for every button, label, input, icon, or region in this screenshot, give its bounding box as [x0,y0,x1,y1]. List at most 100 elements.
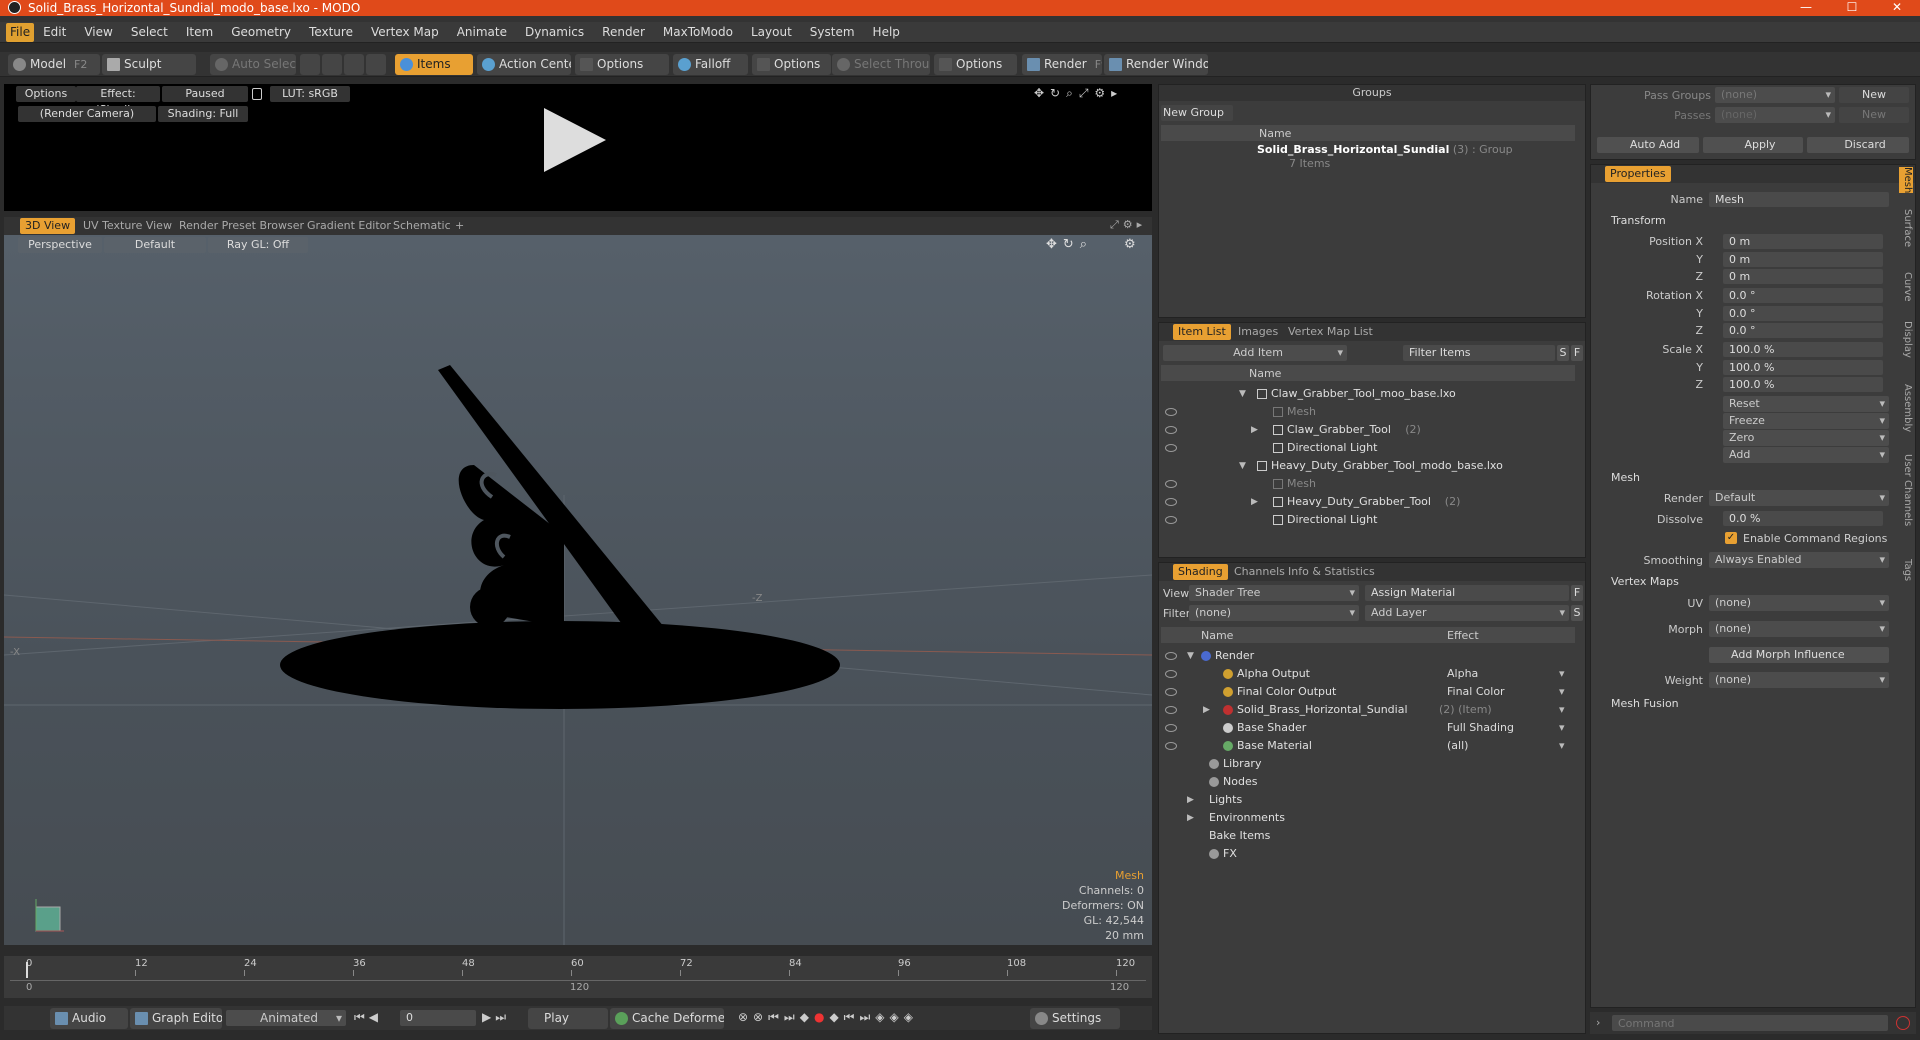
item-list-row[interactable]: Directional Light [1161,439,1571,457]
menu-layout[interactable]: Layout [742,23,801,42]
shader-tree-row[interactable]: ▶ Lights [1161,791,1571,809]
tab-render-preset-browser[interactable]: Render Preset Browser [174,218,309,234]
tab-shading[interactable]: Shading [1173,564,1228,580]
rotation-x-field[interactable]: 0.0 ° [1723,288,1883,303]
shader-tree-row[interactable]: Nodes [1161,773,1571,791]
select-through-button[interactable]: Select Through [832,54,930,75]
menu-edit[interactable]: Edit [34,23,75,42]
group-row[interactable]: Solid_Brass_Horizontal_Sundial (3) : Gro… [1257,143,1513,156]
preview-effect-dropdown[interactable]: Effect: (Shadi... [76,86,160,116]
add-item-dropdown[interactable]: Add Item [1163,345,1347,361]
tab-properties[interactable]: Properties [1605,166,1671,182]
enable-command-regions-checkbox[interactable]: ✓ [1725,532,1737,544]
viewport-tab-icons[interactable]: ⤢⚙▸ [1110,218,1146,232]
weight-dropdown[interactable]: (none) [1709,672,1889,688]
vertex-maps-section[interactable]: Vertex Maps [1611,575,1679,588]
visibility-eye-icon[interactable] [1165,688,1177,696]
reset-dropdown[interactable]: Reset [1723,396,1889,412]
tab-item-list[interactable]: Item List [1173,324,1231,340]
polygon-select-icon[interactable] [344,54,364,75]
shader-tree-row[interactable]: Alpha Output Alpha ▾ [1161,665,1571,683]
menu-dynamics[interactable]: Dynamics [516,23,593,42]
filter-items-input[interactable]: Filter Items [1403,345,1555,361]
preview-options-button[interactable]: Options [16,86,76,102]
effect-dropdown[interactable]: Full Shading [1447,719,1569,737]
chevron-down-icon[interactable]: ▾ [1559,719,1565,737]
render-window-button[interactable]: Render Window [1104,54,1208,75]
rotation-y-field[interactable]: 0.0 ° [1723,306,1883,321]
uv-dropdown[interactable]: (none) [1709,595,1889,611]
preview-nav-icons[interactable]: ✥↻⌕⤢⚙▸ [1034,86,1144,100]
render-button[interactable]: Render F9 [1022,54,1102,75]
effect-dropdown[interactable]: Final Color [1447,683,1569,701]
shader-tree-row[interactable]: ▶ Environments [1161,809,1571,827]
tab-3d-view[interactable]: 3D View [20,218,76,234]
timeline[interactable]: 0 12 24 36 48 60 72 84 96 108 120 0 120 120 [4,956,1152,998]
graph-editor-button[interactable]: Graph Editor [130,1008,222,1029]
shader-tree-row[interactable]: FX [1161,845,1571,863]
auto-select-button[interactable]: Auto Select [210,54,296,75]
menu-select[interactable]: Select [122,23,177,42]
shader-tree-row[interactable]: Bake Items [1161,827,1571,845]
item-list-row[interactable]: Mesh [1161,403,1571,421]
new-group-button[interactable]: New Group [1161,105,1233,121]
maximize-button[interactable]: ☐ [1829,0,1875,16]
effect-dropdown[interactable]: Alpha [1447,665,1569,683]
step-back-icons[interactable]: ⏮◀ [354,1010,382,1025]
side-tab-assembly[interactable]: Assembly [1899,384,1913,432]
passes-dropdown[interactable]: (none) [1715,107,1835,123]
scale-z-field[interactable]: 100.0 % [1723,377,1883,392]
expand-arrow-icon[interactable]: ▶ [1203,701,1210,719]
visibility-eye-icon[interactable] [1165,516,1177,524]
shading-filter-dropdown[interactable]: (none) [1189,605,1359,621]
tab-uv-texture-view[interactable]: UV Texture View [78,218,177,234]
close-button[interactable]: ✕ [1874,0,1920,16]
side-tab-display[interactable]: Display [1899,321,1913,358]
action-center-button[interactable]: Action Center [477,54,571,75]
minimize-button[interactable]: — [1783,0,1829,16]
visibility-eye-icon[interactable] [1165,652,1177,660]
side-tab-tags[interactable]: Tags [1899,559,1913,581]
mesh-section[interactable]: Mesh [1611,471,1640,484]
lut-dropdown[interactable]: LUT: sRGB [270,86,350,102]
chevron-down-icon[interactable]: ▾ [1559,737,1565,755]
frame-input[interactable]: 0 [400,1010,476,1026]
command-input[interactable] [1612,1015,1888,1031]
scale-y-field[interactable]: 100.0 % [1723,360,1883,375]
new-pass-group-button[interactable]: New [1839,87,1909,103]
expand-arrow-icon[interactable]: ▼ [1187,647,1194,665]
filter-s-button[interactable]: S [1557,345,1569,361]
mesh-fusion-section[interactable]: Mesh Fusion [1611,697,1679,710]
new-pass-button[interactable]: New [1839,107,1909,123]
menu-item[interactable]: Item [177,23,222,42]
menu-maxtomodo[interactable]: MaxToModo [654,23,742,42]
record-icon[interactable]: ● [814,1010,829,1024]
menu-view[interactable]: View [75,23,121,42]
visibility-eye-icon[interactable] [1165,426,1177,434]
visibility-eye-icon[interactable] [1165,498,1177,506]
tab-channels[interactable]: Channels [1229,564,1290,580]
smoothing-dropdown[interactable]: Always Enabled [1709,552,1889,568]
add-morph-influence-button[interactable]: Add Morph Influence [1709,647,1889,663]
tab-images[interactable]: Images [1233,324,1283,340]
material-select-icon[interactable] [366,54,386,75]
expand-arrow-icon[interactable]: ▶ [1251,493,1258,511]
item-list-row[interactable]: ▶ Heavy_Duty_Grabber_Tool (2) [1161,493,1571,511]
menu-system[interactable]: System [801,23,864,42]
lock-icon[interactable] [252,88,262,100]
tab-schematic[interactable]: Schematic [388,218,456,234]
visibility-eye-icon[interactable] [1165,742,1177,750]
key-tools-icons[interactable]: ⊗⊗⏮⏭◆●◆⏮⏭◈◈◈ [738,1010,918,1025]
shading-dropdown[interactable]: Shading: Full [158,106,248,122]
position-z-field[interactable]: 0 m [1723,269,1883,284]
effect-dropdown[interactable]: (all) [1447,737,1569,755]
pass-groups-dropdown[interactable]: (none) [1715,87,1835,103]
shader-tree-row[interactable]: Library [1161,755,1571,773]
item-list-row[interactable]: Mesh [1161,475,1571,493]
shader-tree-row[interactable]: ▼ Render [1161,647,1571,665]
render-dropdown[interactable]: Default [1709,490,1889,506]
expand-arrow-icon[interactable]: ▶ [1251,421,1258,439]
menu-render[interactable]: Render [593,23,654,42]
expand-arrow-icon[interactable]: ▶ [1187,809,1194,827]
menu-texture[interactable]: Texture [300,23,362,42]
